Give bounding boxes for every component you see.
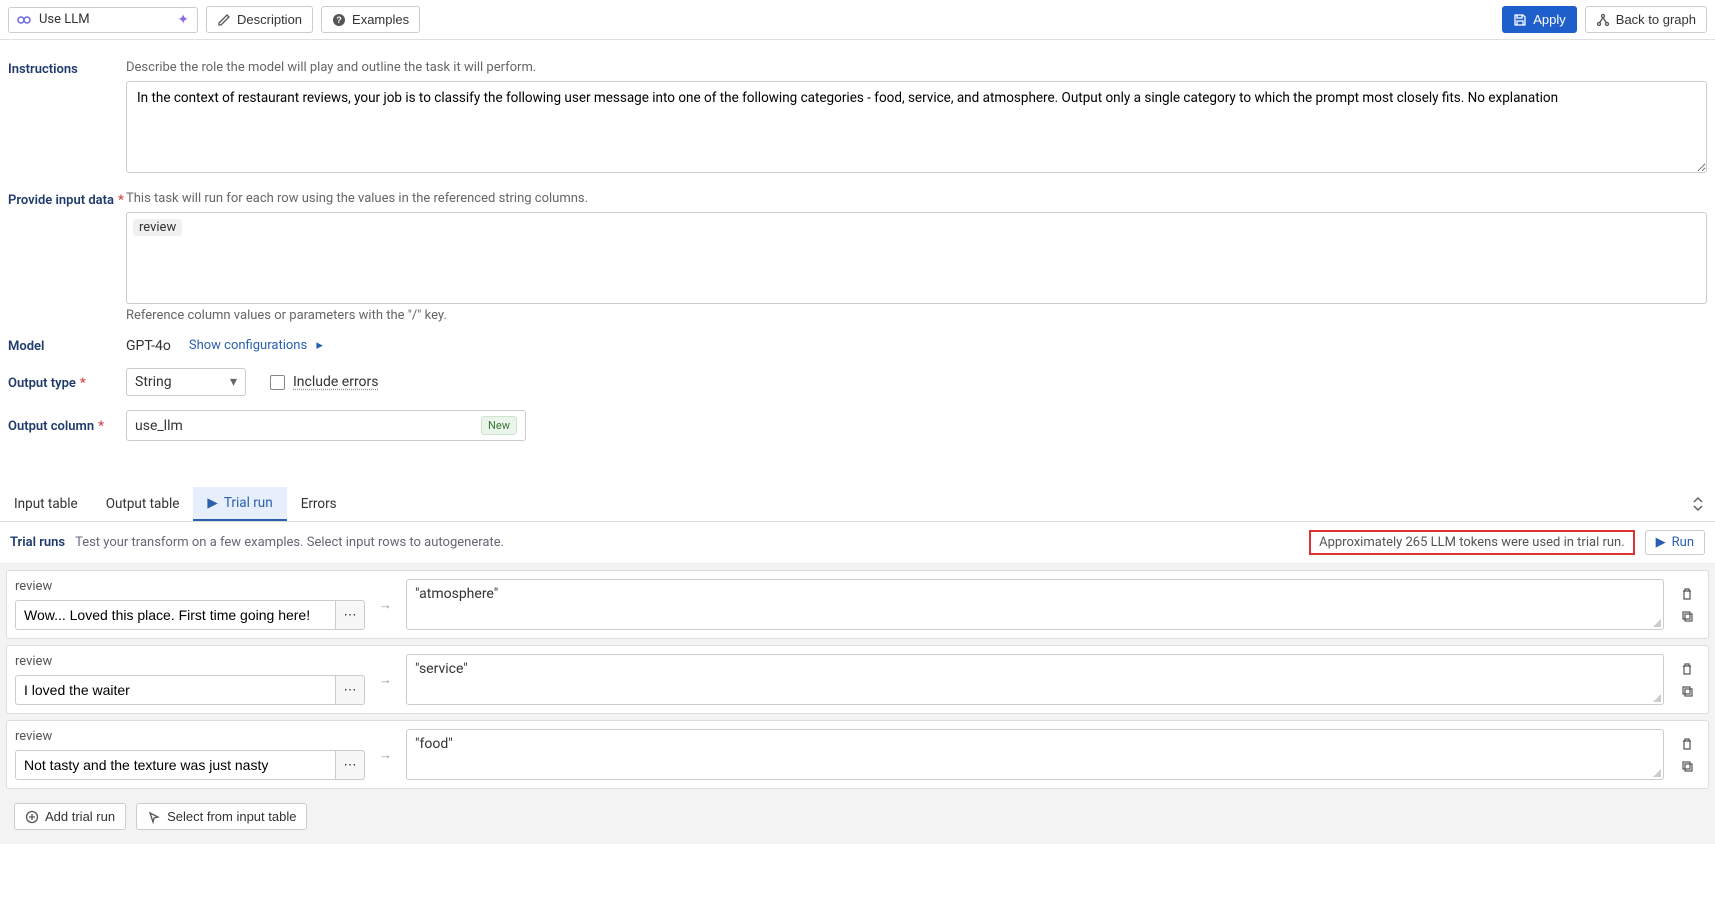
output-column-input[interactable]: use_llm New [126, 410, 526, 441]
trial-output[interactable]: "atmosphere" [406, 579, 1664, 630]
save-icon [1513, 13, 1527, 27]
include-errors-checkbox[interactable] [270, 375, 285, 390]
cursor-select-icon [147, 810, 161, 824]
tab-trial-run[interactable]: ▶ Trial run [193, 487, 286, 521]
node-label: Use LLM [39, 12, 90, 27]
node-chip[interactable]: Use LLM ✦ [8, 7, 198, 33]
results-tabs: Input table Output table ▶ Trial run Err… [0, 487, 1715, 522]
trial-row: review ⋯ → "atmosphere" [6, 570, 1709, 639]
trial-row-label: review [15, 654, 365, 669]
trial-row: review ⋯ → "food" [6, 720, 1709, 789]
node-icon [17, 13, 33, 27]
chevron-down-icon: ▾ [230, 374, 237, 390]
tab-output-table[interactable]: Output table [92, 488, 194, 520]
show-configurations-link[interactable]: Show configurations ▸ [189, 338, 323, 353]
delete-icon[interactable] [1680, 737, 1694, 751]
trial-row: review ⋯ → "service" [6, 645, 1709, 714]
input-data-label: Provide input data* [8, 191, 126, 208]
edit-icon [217, 13, 231, 27]
expand-icon[interactable] [1681, 491, 1715, 517]
help-icon: ? [332, 13, 346, 27]
output-type-select[interactable]: String ▾ [126, 368, 246, 396]
run-button[interactable]: ▶ Run [1645, 530, 1705, 555]
description-button[interactable]: Description [206, 6, 313, 33]
play-icon: ▶ [207, 495, 217, 511]
model-value: GPT-4o [126, 338, 171, 354]
more-button[interactable]: ⋯ [335, 675, 365, 705]
trial-input[interactable] [15, 750, 335, 780]
copy-icon[interactable] [1680, 609, 1694, 623]
arrow-right-icon: → [375, 579, 396, 630]
trial-runs-list: review ⋯ → "atmosphere" review ⋯ [0, 564, 1715, 844]
trial-runs-title: Trial runs [10, 535, 65, 550]
copy-icon[interactable] [1680, 759, 1694, 773]
tab-input-table[interactable]: Input table [0, 488, 92, 520]
back-to-graph-button[interactable]: Back to graph [1585, 6, 1707, 33]
model-label: Model [8, 337, 126, 354]
trial-output[interactable]: "service" [406, 654, 1664, 705]
plus-circle-icon [25, 810, 39, 824]
output-column-label: Output column* [8, 417, 126, 434]
graph-icon [1596, 13, 1610, 27]
more-button[interactable]: ⋯ [335, 750, 365, 780]
chevron-right-icon: ▸ [316, 338, 323, 353]
trial-input[interactable] [15, 600, 335, 630]
include-errors-label: Include errors [293, 374, 379, 390]
trial-input[interactable] [15, 675, 335, 705]
delete-icon[interactable] [1680, 587, 1694, 601]
select-from-input-table-button[interactable]: Select from input table [136, 803, 307, 830]
apply-button[interactable]: Apply [1502, 6, 1577, 33]
delete-icon[interactable] [1680, 662, 1694, 676]
input-data-field[interactable]: review [126, 212, 1707, 304]
instructions-label: Instructions [8, 60, 126, 77]
trial-runs-subtitle: Test your transform on a few examples. S… [75, 535, 504, 550]
output-type-label: Output type* [8, 374, 126, 391]
column-token-review[interactable]: review [133, 219, 182, 236]
more-button[interactable]: ⋯ [335, 600, 365, 630]
play-icon: ▶ [1656, 535, 1666, 550]
add-trial-run-button[interactable]: Add trial run [14, 803, 126, 830]
sparkle-icon: ✦ [177, 12, 189, 28]
trial-row-label: review [15, 579, 365, 594]
arrow-right-icon: → [375, 654, 396, 705]
tab-errors[interactable]: Errors [287, 488, 351, 520]
new-badge: New [481, 416, 517, 435]
copy-icon[interactable] [1680, 684, 1694, 698]
trial-output[interactable]: "food" [406, 729, 1664, 780]
examples-button[interactable]: ? Examples [321, 6, 420, 33]
token-usage-callout: Approximately 265 LLM tokens were used i… [1309, 530, 1635, 555]
trial-row-label: review [15, 729, 365, 744]
input-data-subhint: Reference column values or parameters wi… [126, 308, 1707, 323]
arrow-right-icon: → [375, 729, 396, 780]
instructions-hint: Describe the role the model will play an… [126, 60, 1707, 75]
instructions-textarea[interactable] [126, 81, 1707, 173]
svg-text:?: ? [336, 15, 342, 25]
input-data-hint: This task will run for each row using th… [126, 191, 1707, 206]
